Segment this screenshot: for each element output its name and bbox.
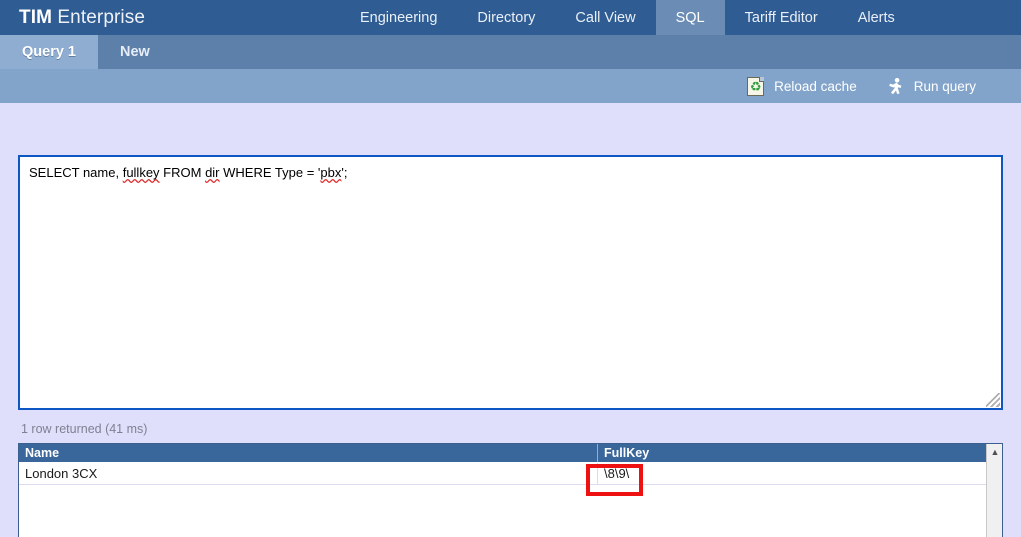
column-header-name[interactable]: Name bbox=[19, 444, 597, 462]
tab-query-1[interactable]: Query 1 bbox=[0, 35, 98, 69]
reload-cache-button[interactable]: ♻ Reload cache bbox=[747, 69, 857, 103]
run-query-icon bbox=[885, 77, 904, 96]
nav-item-sql[interactable]: SQL bbox=[656, 0, 725, 35]
logo-light-text: Enterprise bbox=[57, 7, 145, 28]
cell-name: London 3CX bbox=[19, 463, 597, 484]
tab-new-query[interactable]: New bbox=[98, 35, 172, 69]
sql-query-text: SELECT name, fullkey FROM dir WHERE Type… bbox=[29, 165, 1001, 181]
sql-query-editor[interactable]: SELECT name, fullkey FROM dir WHERE Type… bbox=[18, 155, 1003, 410]
query-token-pbx: pbx bbox=[320, 165, 341, 180]
nav-item-call-view[interactable]: Call View bbox=[555, 0, 655, 35]
nav-item-engineering[interactable]: Engineering bbox=[340, 0, 457, 35]
run-query-button[interactable]: Run query bbox=[885, 69, 976, 103]
nav-item-tariff-editor[interactable]: Tariff Editor bbox=[725, 0, 838, 35]
nav-item-alerts[interactable]: Alerts bbox=[838, 0, 915, 35]
results-vertical-scrollbar[interactable]: ▲ bbox=[986, 444, 1002, 537]
reload-cache-icon: ♻ bbox=[747, 77, 764, 96]
results-grid-header: Name FullKey bbox=[19, 444, 1002, 463]
reload-cache-label: Reload cache bbox=[774, 79, 857, 94]
editor-resize-handle[interactable] bbox=[986, 393, 1000, 407]
query-segment-mid2: WHERE Type = ' bbox=[220, 165, 321, 180]
results-grid-empty-space bbox=[19, 485, 1002, 537]
query-segment-mid1: FROM bbox=[160, 165, 206, 180]
query-toolbar: ♻ Reload cache Run query bbox=[0, 69, 1021, 103]
main-navigation: Engineering Directory Call View SQL Tari… bbox=[340, 0, 915, 35]
query-status-text: 1 row returned (41 ms) bbox=[21, 422, 147, 436]
query-token-dir: dir bbox=[205, 165, 219, 180]
results-grid: Name FullKey London 3CX \8\9\ ▲ bbox=[18, 443, 1003, 537]
table-row[interactable]: London 3CX \8\9\ bbox=[19, 463, 1002, 485]
chevron-up-icon[interactable]: ▲ bbox=[987, 444, 1003, 460]
app-logo: TIM Enterprise bbox=[19, 7, 145, 29]
query-tab-bar: Query 1 New bbox=[0, 35, 1021, 69]
app-header: TIM Enterprise Engineering Directory Cal… bbox=[0, 0, 1021, 35]
nav-item-directory[interactable]: Directory bbox=[457, 0, 555, 35]
content-area: SELECT name, fullkey FROM dir WHERE Type… bbox=[0, 103, 1021, 537]
query-token-fullkey: fullkey bbox=[123, 165, 160, 180]
query-segment-suffix: '; bbox=[341, 165, 347, 180]
logo-bold-text: TIM bbox=[19, 7, 52, 28]
cell-fullkey: \8\9\ bbox=[597, 463, 982, 484]
sql-query-page: TIM Enterprise Engineering Directory Cal… bbox=[0, 0, 1021, 537]
run-query-label: Run query bbox=[914, 79, 976, 94]
query-segment-prefix: SELECT name, bbox=[29, 165, 123, 180]
column-header-fullkey[interactable]: FullKey bbox=[597, 444, 982, 462]
